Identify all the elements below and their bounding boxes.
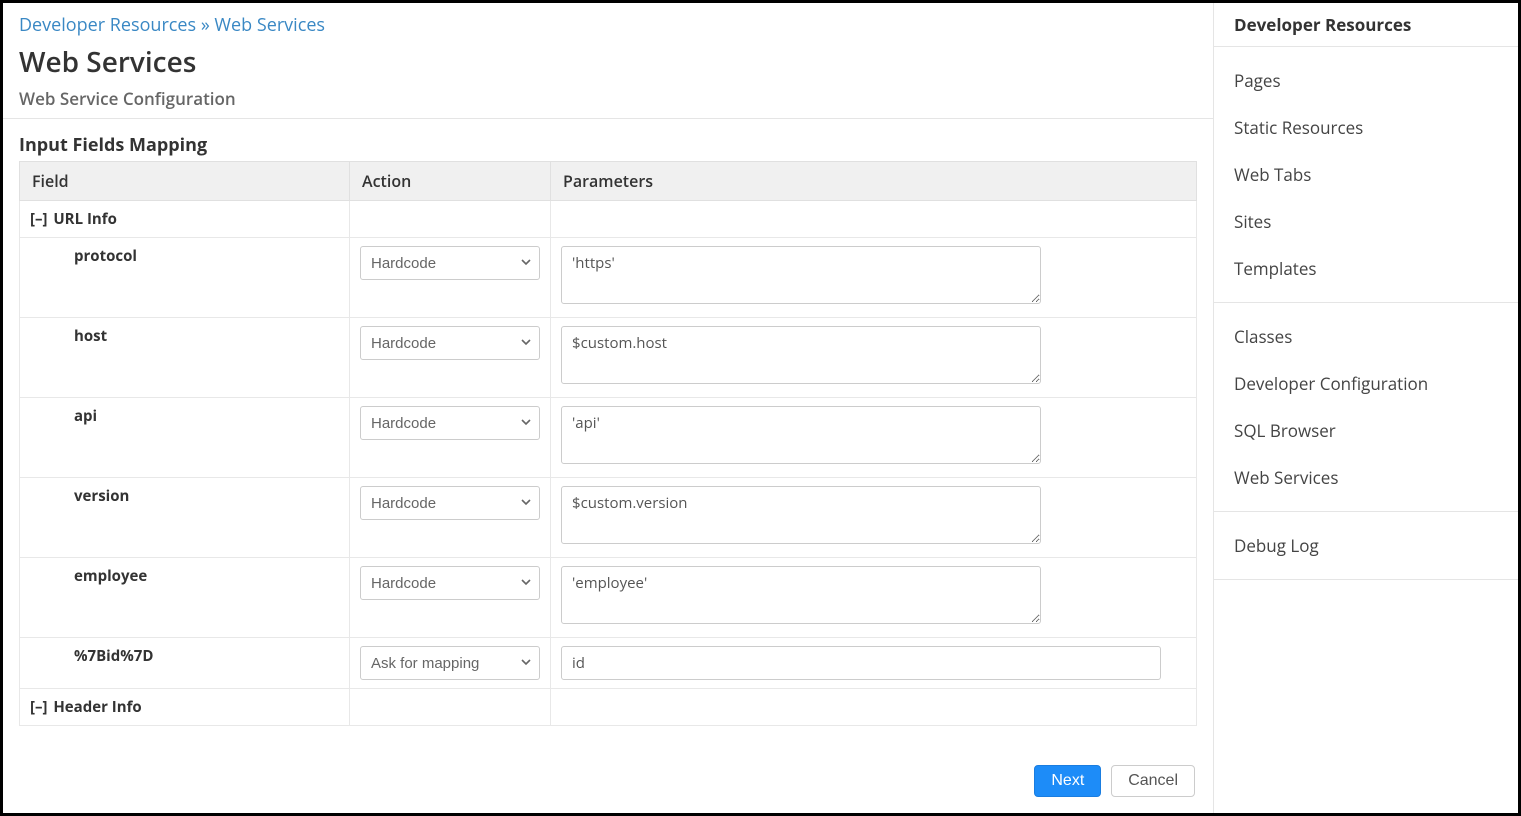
group-row: [–] Header Info (20, 689, 1197, 726)
sidebar-item[interactable]: Static Resources (1214, 104, 1518, 151)
mapping-table: Field Action Parameters [–] URL Infoprot… (19, 161, 1197, 726)
cancel-button[interactable]: Cancel (1111, 765, 1195, 797)
table-row: employee HardcodeAsk for mapping (20, 558, 1197, 638)
page-title: Web Services (3, 43, 1213, 87)
table-row: host HardcodeAsk for mapping (20, 318, 1197, 398)
sidebar-item[interactable]: Developer Configuration (1214, 360, 1518, 407)
parameter-input[interactable] (561, 646, 1161, 680)
field-label: protocol (30, 246, 137, 266)
table-row: protocol HardcodeAsk for mapping (20, 238, 1197, 318)
page-subtitle: Web Service Configuration (3, 87, 1213, 118)
sidebar-item[interactable]: SQL Browser (1214, 407, 1518, 454)
section-title: Input Fields Mapping (19, 133, 1197, 157)
collapse-toggle[interactable]: [–] (30, 697, 47, 717)
breadcrumb-current[interactable]: Web Services (214, 13, 325, 37)
col-header-action: Action (350, 162, 551, 201)
group-label: Header Info (49, 697, 141, 717)
group-row: [–] URL Info (20, 201, 1197, 238)
action-select[interactable]: HardcodeAsk for mapping (360, 486, 540, 520)
field-label: %7Bid%7D (30, 646, 153, 666)
sidebar-item[interactable]: Templates (1214, 245, 1518, 292)
parameter-textarea[interactable] (561, 486, 1041, 544)
col-header-parameters: Parameters (551, 162, 1197, 201)
next-button[interactable]: Next (1034, 765, 1101, 797)
breadcrumb-parent[interactable]: Developer Resources (19, 13, 196, 37)
parameter-textarea[interactable] (561, 326, 1041, 384)
action-select[interactable]: HardcodeAsk for mapping (360, 246, 540, 280)
sidebar-item[interactable]: Debug Log (1214, 522, 1518, 569)
field-label: api (30, 406, 97, 426)
action-select[interactable]: HardcodeAsk for mapping (360, 406, 540, 440)
parameter-textarea[interactable] (561, 246, 1041, 304)
sidebar-item[interactable]: Web Services (1214, 454, 1518, 501)
field-label: version (30, 486, 129, 506)
table-row: version HardcodeAsk for mapping (20, 478, 1197, 558)
action-select[interactable]: HardcodeAsk for mapping (360, 566, 540, 600)
parameter-textarea[interactable] (561, 566, 1041, 624)
table-row: api HardcodeAsk for mapping (20, 398, 1197, 478)
sidebar-header: Developer Resources (1214, 3, 1518, 47)
parameter-textarea[interactable] (561, 406, 1041, 464)
field-label: host (30, 326, 107, 346)
col-header-field: Field (20, 162, 350, 201)
sidebar-item[interactable]: Classes (1214, 313, 1518, 360)
sidebar-item[interactable]: Sites (1214, 198, 1518, 245)
table-row: %7Bid%7D HardcodeAsk for mapping (20, 638, 1197, 689)
sidebar: Developer Resources PagesStatic Resource… (1213, 3, 1518, 813)
sidebar-item[interactable]: Web Tabs (1214, 151, 1518, 198)
breadcrumb: Developer Resources » Web Services (3, 13, 1213, 43)
sidebar-item[interactable]: Pages (1214, 57, 1518, 104)
breadcrumb-separator: » (201, 13, 210, 37)
action-select[interactable]: HardcodeAsk for mapping (360, 326, 540, 360)
group-label: URL Info (49, 209, 116, 229)
action-select[interactable]: HardcodeAsk for mapping (360, 646, 540, 680)
field-label: employee (30, 566, 147, 586)
collapse-toggle[interactable]: [–] (30, 209, 47, 229)
